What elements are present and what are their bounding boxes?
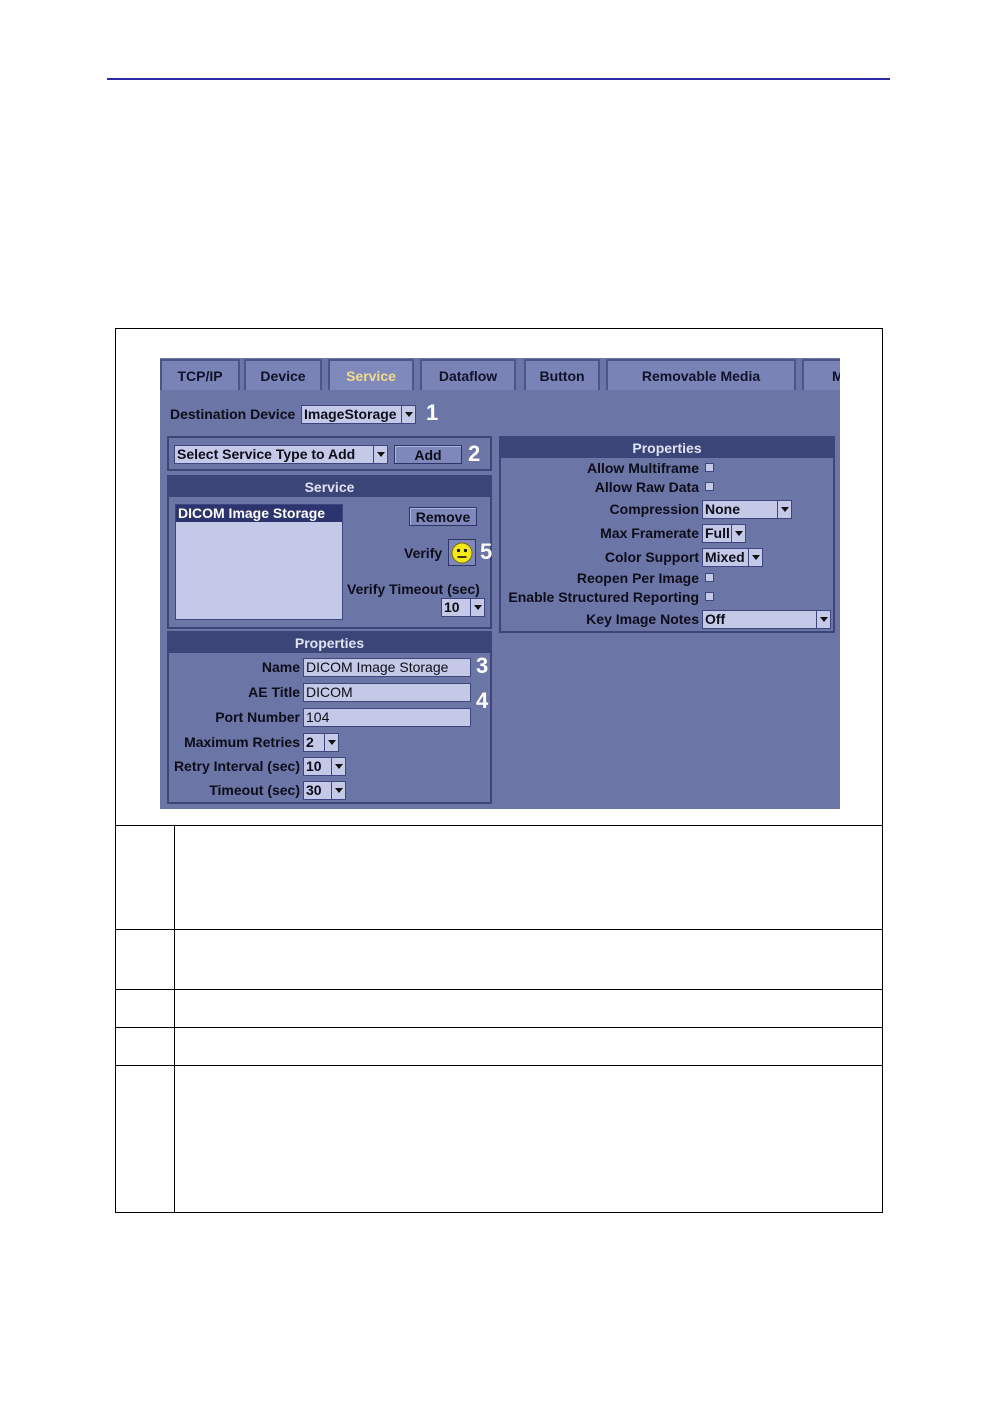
- key-image-notes-value: Off: [705, 611, 726, 627]
- max-framerate-label: Max Framerate: [600, 525, 699, 541]
- service-type-select[interactable]: Select Service Type to Add: [174, 445, 388, 464]
- timeout-value: 30: [306, 782, 322, 798]
- structured-reporting-checkbox[interactable]: [705, 592, 714, 601]
- port-number-field[interactable]: 104: [303, 708, 471, 727]
- chevron-down-icon: [331, 758, 345, 775]
- header-rule: [107, 78, 890, 80]
- verify-timeout-label: Verify Timeout (sec): [347, 581, 480, 597]
- destination-device-value: ImageStorage: [304, 406, 397, 422]
- ae-title-field[interactable]: DICOM: [303, 683, 471, 702]
- tab-dataflow[interactable]: Dataflow: [420, 359, 516, 390]
- retry-interval-value: 10: [306, 758, 322, 774]
- max-framerate-select[interactable]: Full: [702, 524, 746, 543]
- chevron-down-icon: [816, 611, 830, 628]
- maximum-retries-select[interactable]: 2: [303, 733, 339, 752]
- service-group-title: Service: [169, 477, 490, 497]
- color-support-value: Mixed: [705, 549, 745, 565]
- chevron-down-icon: [731, 525, 745, 542]
- destination-device-select[interactable]: ImageStorage: [301, 405, 416, 424]
- service-list[interactable]: DICOM Image Storage: [175, 504, 343, 620]
- verify-timeout-select[interactable]: 10: [441, 598, 485, 617]
- max-framerate-value: Full: [705, 525, 730, 541]
- reopen-per-image-label: Reopen Per Image: [576, 570, 699, 586]
- name-label: Name: [261, 659, 300, 675]
- verify-timeout-value: 10: [444, 599, 460, 615]
- chevron-down-icon: [470, 599, 484, 616]
- tab-device[interactable]: Device: [244, 359, 322, 390]
- right-properties-title: Properties: [501, 438, 833, 458]
- timeout-label: Timeout (sec): [209, 782, 300, 798]
- chevron-down-icon: [748, 549, 762, 566]
- timeout-select[interactable]: 30: [303, 781, 346, 800]
- table-row: [116, 929, 882, 989]
- allow-multiframe-checkbox[interactable]: [705, 463, 714, 472]
- callout-2: 2: [468, 441, 481, 466]
- allow-raw-data-label: Allow Raw Data: [594, 479, 699, 495]
- compression-value: None: [705, 501, 740, 517]
- dicom-config-screenshot: TCP/IP Device Service Dataflow Button Re…: [160, 358, 840, 809]
- reopen-per-image-checkbox[interactable]: [705, 573, 714, 582]
- chevron-down-icon: [777, 501, 791, 518]
- left-properties-title: Properties: [169, 633, 490, 653]
- compression-select[interactable]: None: [702, 500, 792, 519]
- tab-service[interactable]: Service: [328, 359, 414, 390]
- add-service-button[interactable]: Add: [394, 445, 462, 464]
- verify-label: Verify: [404, 545, 443, 561]
- remove-button[interactable]: Remove: [409, 507, 477, 526]
- key-image-notes-label: Key Image Notes: [586, 611, 699, 627]
- chevron-down-icon: [331, 782, 345, 799]
- list-item[interactable]: DICOM Image Storage: [176, 505, 342, 522]
- table-row: [116, 825, 882, 929]
- allow-multiframe-label: Allow Multiframe: [586, 460, 699, 476]
- destination-device-label: Destination Device: [170, 406, 296, 422]
- callout-4: 4: [476, 688, 489, 713]
- maximum-retries-label: Maximum Retries: [184, 734, 300, 750]
- compression-label: Compression: [609, 501, 699, 517]
- table-row: [116, 989, 882, 1027]
- service-type-value: Select Service Type to Add: [177, 446, 356, 462]
- maximum-retries-value: 2: [306, 734, 314, 750]
- callout-1: 1: [426, 400, 439, 425]
- callout-3: 3: [476, 653, 489, 678]
- key-image-notes-select[interactable]: Off: [702, 610, 831, 629]
- structured-reporting-label: Enable Structured Reporting: [508, 589, 699, 605]
- color-support-select[interactable]: Mixed: [702, 548, 763, 567]
- tab-more[interactable]: M: [802, 359, 840, 390]
- tab-removable-media[interactable]: Removable Media: [606, 359, 796, 390]
- chevron-down-icon: [401, 406, 415, 423]
- retry-interval-label: Retry Interval (sec): [173, 758, 300, 774]
- table-row: [116, 1027, 882, 1065]
- tab-tcpip[interactable]: TCP/IP: [160, 359, 240, 390]
- callout-5: 5: [480, 539, 493, 564]
- port-number-label: Port Number: [215, 709, 300, 725]
- allow-raw-data-checkbox[interactable]: [705, 482, 714, 491]
- neutral-face-icon: [451, 542, 473, 563]
- retry-interval-select[interactable]: 10: [303, 757, 346, 776]
- chevron-down-icon: [324, 734, 338, 751]
- tab-button[interactable]: Button: [524, 359, 600, 390]
- name-field[interactable]: DICOM Image Storage: [303, 658, 471, 677]
- verify-button[interactable]: [448, 539, 476, 566]
- color-support-label: Color Support: [604, 549, 699, 565]
- ae-title-label: AE Title: [248, 684, 300, 700]
- chevron-down-icon: [373, 446, 387, 463]
- table-row: [116, 1065, 882, 1212]
